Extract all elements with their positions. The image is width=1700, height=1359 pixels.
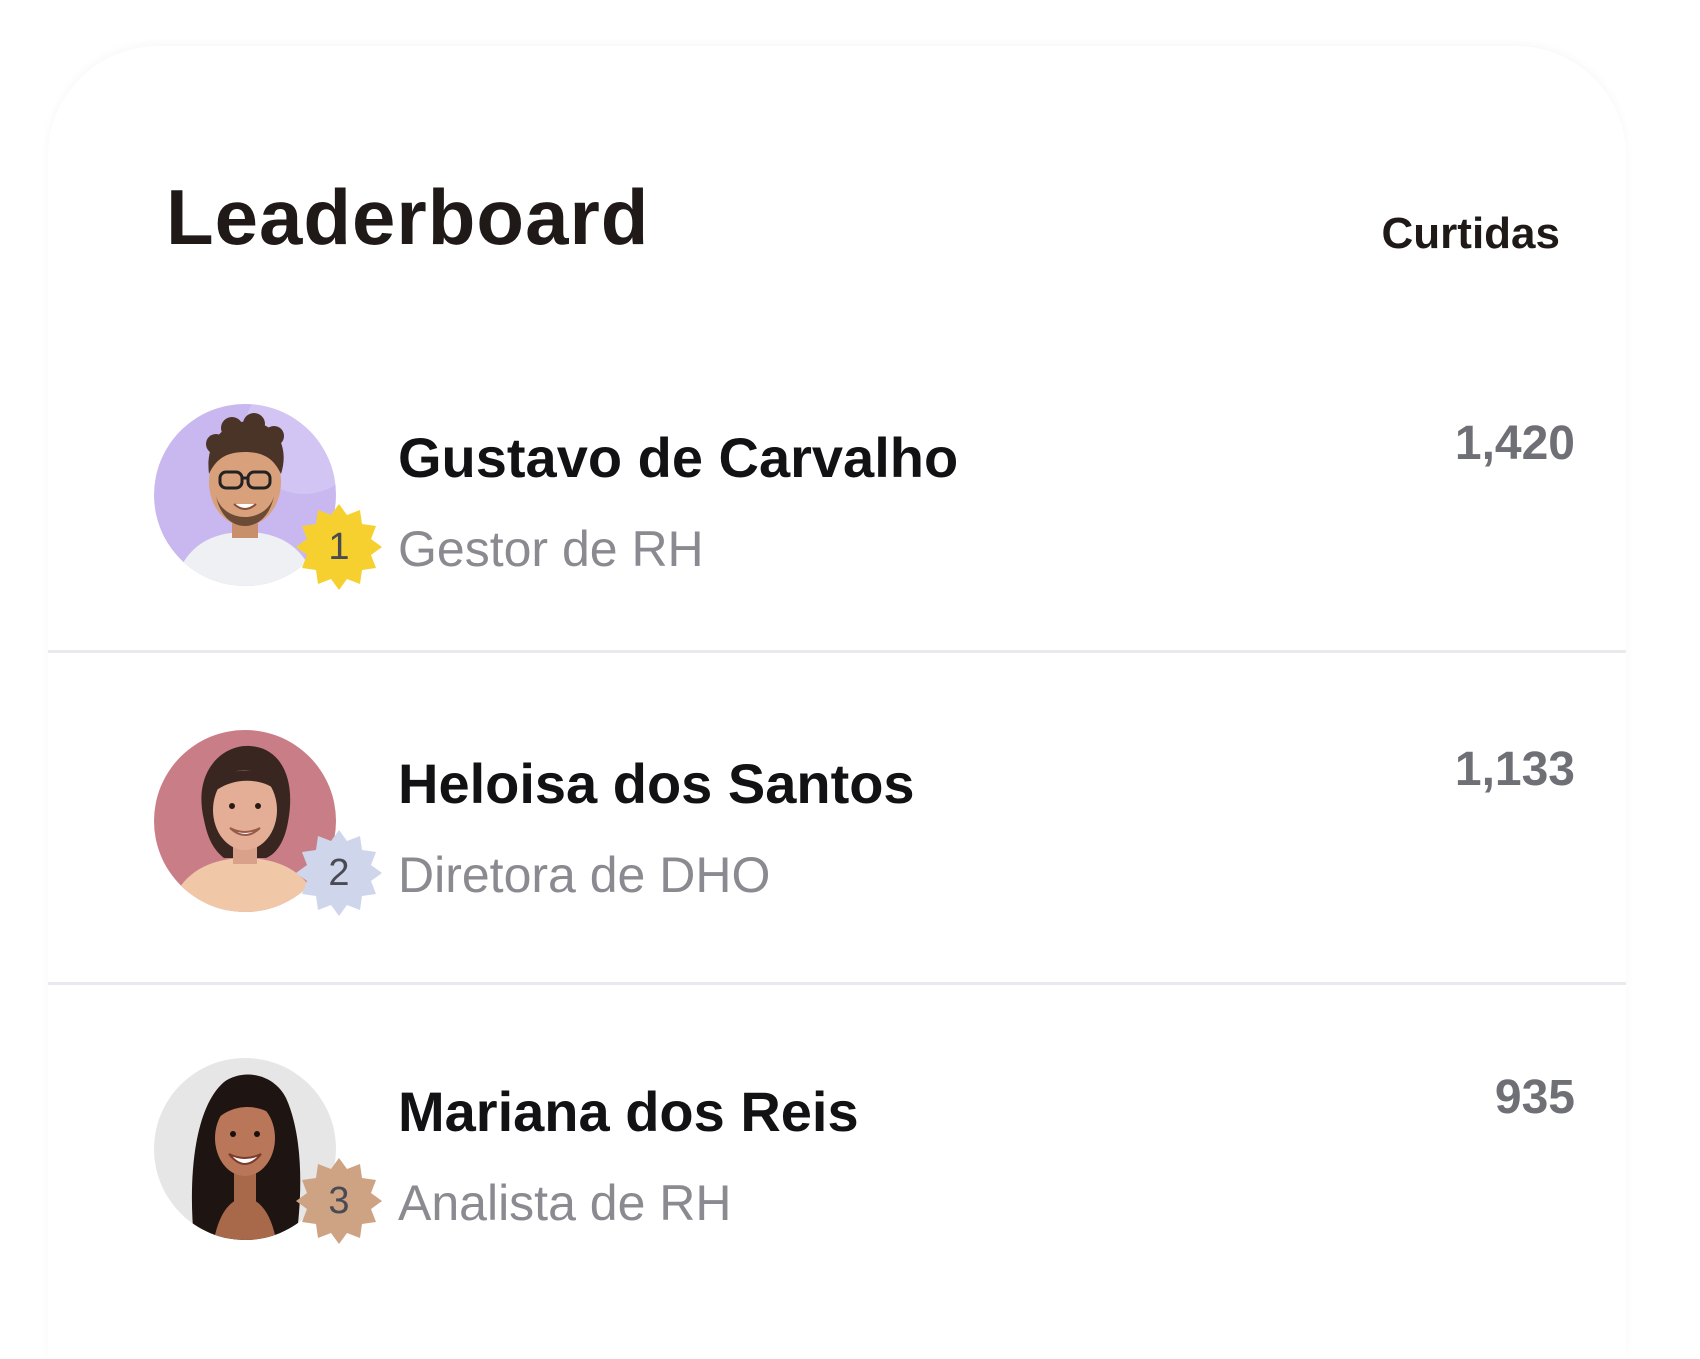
avatar-with-rank: 2 (154, 730, 414, 930)
user-name[interactable]: Gustavo de Carvalho (398, 430, 958, 486)
rank-number: 1 (328, 525, 350, 568)
page-title: Leaderboard (166, 173, 650, 261)
likes-count: 935 (1494, 1071, 1575, 1124)
rank-badge-silver: 2 (294, 828, 384, 918)
leaderboard-row[interactable]: 2 Heloisa dos Santos Diretora de DHO 1,1… (48, 698, 1626, 998)
likes-count: 1,420 (1454, 417, 1575, 470)
likes-column-header: Curtidas (1381, 209, 1560, 258)
user-role: Analista de RH (398, 1175, 732, 1231)
row-divider (48, 982, 1626, 985)
avatar-with-rank: 3 (154, 1058, 414, 1258)
user-role: Gestor de RH (398, 521, 704, 577)
rank-number: 3 (328, 1179, 350, 1222)
rank-badge-gold: 1 (294, 502, 384, 592)
user-name[interactable]: Heloisa dos Santos (398, 756, 915, 812)
leaderboard-row[interactable]: 1 Gustavo de Carvalho Gestor de RH 1,420 (48, 372, 1626, 672)
user-role: Diretora de DHO (398, 847, 771, 903)
leaderboard-row[interactable]: 3 Mariana dos Reis Analista de RH 935 (48, 1026, 1626, 1326)
likes-count: 1,133 (1454, 743, 1575, 796)
avatar-with-rank: 1 (154, 404, 414, 604)
rank-number: 2 (328, 851, 350, 894)
rank-badge-bronze: 3 (294, 1156, 384, 1246)
row-divider (48, 650, 1626, 653)
user-name[interactable]: Mariana dos Reis (398, 1084, 859, 1140)
